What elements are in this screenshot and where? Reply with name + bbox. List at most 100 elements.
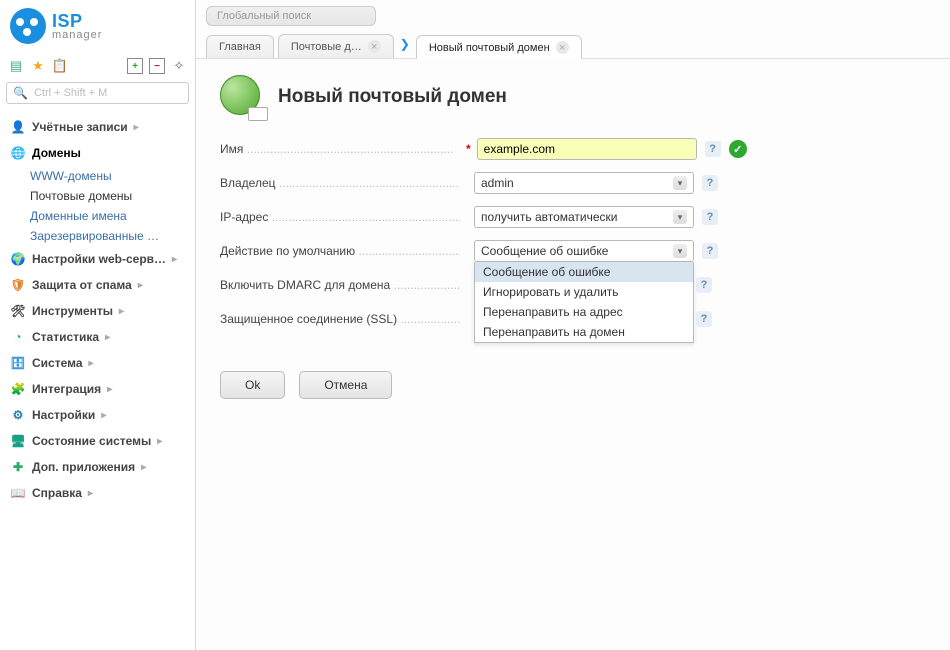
label-owner: Владелец	[220, 176, 276, 190]
minus-icon[interactable]: −	[149, 58, 165, 74]
select-owner[interactable]: admin ▾	[474, 172, 694, 194]
plugin-icon: 🧩	[10, 381, 26, 397]
tools-icon: 🛠	[10, 303, 26, 319]
dropdown-option[interactable]: Перенаправить на адрес	[475, 302, 693, 322]
nav-status[interactable]: 🖥 Состояние системы ▸	[6, 428, 189, 454]
nav-label: Состояние системы	[32, 434, 151, 448]
chevron-right-icon: ▸	[134, 122, 139, 133]
help-icon[interactable]: ?	[702, 243, 718, 259]
dropdown-option[interactable]: Игнорировать и удалить	[475, 282, 693, 302]
nav-label: Настройки web-серв…	[32, 252, 166, 266]
nav-help[interactable]: 📖 Справка ▸	[6, 480, 189, 506]
subnav-mail-domains[interactable]: Почтовые домены	[30, 186, 189, 206]
logo-subtitle: manager	[52, 30, 102, 41]
plus-icon[interactable]: +	[127, 58, 143, 74]
page-title: Новый почтовый домен	[278, 86, 507, 108]
close-icon[interactable]: ×	[556, 41, 569, 54]
sidebar: ISP manager ▤ ★ 📋 + − ✧ 🔍 👤 Учётные запи…	[0, 0, 196, 650]
nav-label: Учётные записи	[32, 120, 128, 134]
plus-app-icon: ✚	[10, 459, 26, 475]
page-icon	[220, 75, 264, 119]
help-icon[interactable]: ?	[702, 209, 718, 225]
ok-button[interactable]: Ok	[220, 371, 285, 399]
dropdown-option[interactable]: Перенаправить на домен	[475, 322, 693, 342]
nav-domains[interactable]: 🌐 Домены	[6, 140, 189, 166]
form: Имя ....................................…	[220, 137, 926, 399]
breadcrumb-arrow-icon: ❯	[398, 37, 412, 55]
tab-home[interactable]: Главная	[206, 35, 274, 58]
input-name[interactable]	[477, 138, 697, 160]
gear-icon: ⚙	[10, 407, 26, 423]
chevron-right-icon: ▸	[172, 254, 177, 265]
globe-icon: 🌐	[10, 145, 26, 161]
label-ip: IP-адрес	[220, 210, 268, 224]
nav-label: Интеграция	[32, 382, 101, 396]
web-icon: 🌍	[10, 251, 26, 267]
tab-label: Главная	[219, 41, 261, 53]
label-dmarc: Включить DMARC для домена	[220, 278, 390, 292]
star-icon[interactable]: ★	[30, 58, 46, 74]
chevron-right-icon: ▸	[88, 488, 93, 499]
nav-settings[interactable]: ⚙ Настройки ▸	[6, 402, 189, 428]
chevron-right-icon: ▸	[89, 358, 94, 369]
dropdown-option[interactable]: Сообщение об ошибке	[475, 262, 693, 282]
nav-web-settings[interactable]: 🌍 Настройки web-серв… ▸	[6, 246, 189, 272]
chevron-right-icon: ▸	[138, 280, 143, 291]
check-ok-icon: ✓	[729, 140, 747, 158]
help-icon[interactable]: ?	[696, 311, 712, 327]
nav-stats[interactable]: ◔ Статистика ▸	[6, 324, 189, 350]
nav-tools[interactable]: 🛠 Инструменты ▸	[6, 298, 189, 324]
nav-system[interactable]: 🗄 Система ▸	[6, 350, 189, 376]
search-icon: 🔍	[13, 86, 28, 100]
subnav-domain-names[interactable]: Доменные имена	[30, 206, 189, 226]
select-value: Сообщение об ошибке	[481, 244, 608, 258]
nav-label: Справка	[32, 486, 82, 500]
dropdown-default-action: Сообщение об ошибке Игнорировать и удали…	[474, 262, 694, 343]
tab-label: Почтовые д…	[291, 41, 362, 53]
nav-label: Статистика	[32, 330, 99, 344]
nav-label: Доп. приложения	[32, 460, 135, 474]
logo-title: ISP	[52, 12, 102, 30]
nav-label: Настройки	[32, 408, 95, 422]
sidebar-search-input[interactable]	[32, 85, 182, 101]
chevron-right-icon: ▸	[101, 410, 106, 421]
required-icon: *	[466, 142, 471, 156]
help-icon[interactable]: ?	[696, 277, 712, 293]
label-name: Имя	[220, 142, 243, 156]
help-icon[interactable]: ?	[705, 141, 721, 157]
close-icon[interactable]: ×	[368, 40, 381, 53]
select-default-action[interactable]: Сообщение об ошибке ▾	[474, 240, 694, 262]
chevron-down-icon: ▾	[673, 176, 687, 190]
tab-new-mail-domain[interactable]: Новый почтовый домен ×	[416, 35, 582, 59]
chevron-down-icon: ▾	[673, 244, 687, 258]
shield-icon: 🛡	[10, 277, 26, 293]
logo: ISP manager	[6, 8, 189, 44]
chevron-right-icon: ▸	[105, 332, 110, 343]
help-icon[interactable]: ?	[702, 175, 718, 191]
select-value: admin	[481, 176, 514, 190]
nav-addons[interactable]: ✚ Доп. приложения ▸	[6, 454, 189, 480]
chart-icon: ◔	[10, 329, 26, 345]
label-ssl: Защищенное соединение (SSL)	[220, 312, 397, 326]
nav-accounts[interactable]: 👤 Учётные записи ▸	[6, 114, 189, 140]
cancel-button[interactable]: Отмена	[299, 371, 392, 399]
clipboard-icon[interactable]: 📋	[52, 58, 68, 74]
tab-label: Новый почтовый домен	[429, 42, 550, 54]
tab-mail-domains[interactable]: Почтовые д… ×	[278, 34, 394, 58]
nav-antispam[interactable]: 🛡 Защита от спама ▸	[6, 272, 189, 298]
nav-integration[interactable]: 🧩 Интеграция ▸	[6, 376, 189, 402]
help-icon: 📖	[10, 485, 26, 501]
logo-icon	[10, 8, 46, 44]
select-ip[interactable]: получить автоматически ▾	[474, 206, 694, 228]
subnav-reserved[interactable]: Зарезервированные …	[30, 226, 189, 246]
list-icon[interactable]: ▤	[8, 58, 24, 74]
main-area: Глобальный поиск Главная Почтовые д… × ❯…	[196, 0, 950, 650]
global-search[interactable]: Глобальный поиск	[206, 6, 376, 26]
chevron-down-icon: ▾	[673, 210, 687, 224]
user-icon: 👤	[10, 119, 26, 135]
sidebar-search[interactable]: 🔍	[6, 82, 189, 104]
pin-icon[interactable]: ✧	[171, 58, 187, 74]
subnav-www-domains[interactable]: WWW-домены	[30, 166, 189, 186]
label-action: Действие по умолчанию	[220, 244, 355, 258]
tab-bar: Главная Почтовые д… × ❯ Новый почтовый д…	[196, 26, 950, 59]
